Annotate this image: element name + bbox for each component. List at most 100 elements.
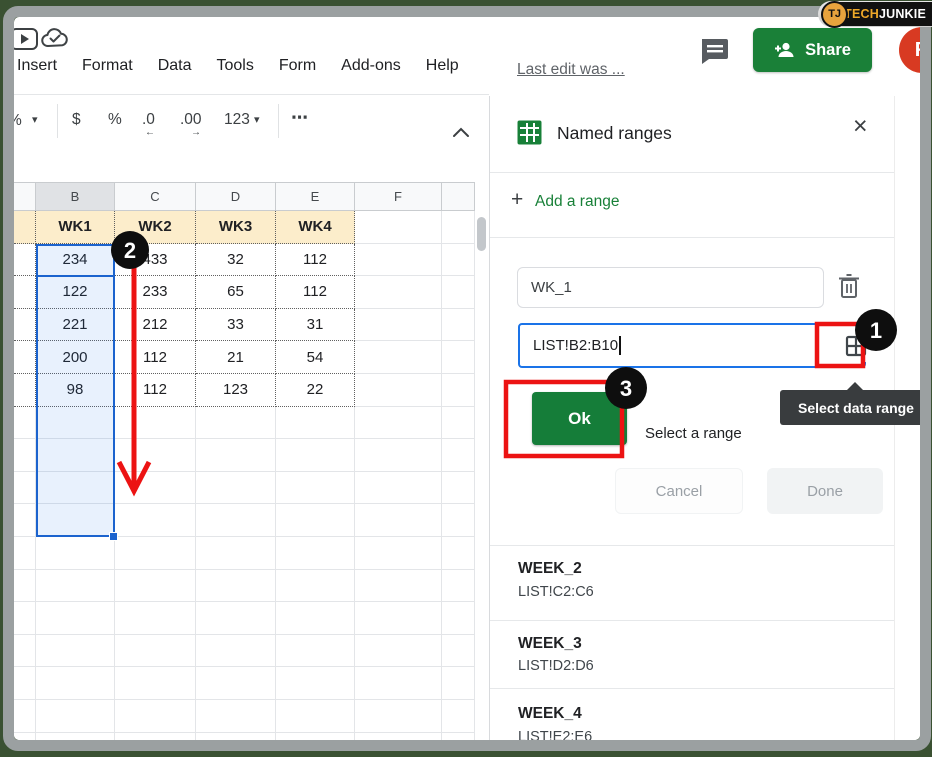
- cell[interactable]: [442, 700, 475, 733]
- cell[interactable]: [355, 570, 442, 603]
- cell[interactable]: 32: [196, 244, 276, 277]
- cell[interactable]: 21: [196, 341, 276, 374]
- cell[interactable]: [115, 667, 196, 700]
- cell[interactable]: [355, 374, 442, 407]
- cell[interactable]: [196, 700, 276, 733]
- cell[interactable]: 65: [196, 276, 276, 309]
- cell[interactable]: [14, 439, 36, 472]
- sheet-scrollbar-thumb[interactable]: [477, 217, 486, 251]
- header-cell[interactable]: WK3: [196, 211, 276, 244]
- cell[interactable]: [14, 341, 36, 374]
- add-a-range-button[interactable]: Add a range: [535, 193, 619, 211]
- cell[interactable]: [442, 374, 475, 407]
- menu-data[interactable]: Data: [158, 57, 192, 75]
- cell[interactable]: [355, 667, 442, 700]
- cell[interactable]: [355, 341, 442, 374]
- cell[interactable]: [355, 472, 442, 505]
- cell[interactable]: [115, 635, 196, 668]
- avatar[interactable]: R: [899, 27, 920, 73]
- cell[interactable]: [442, 635, 475, 668]
- cell[interactable]: [196, 537, 276, 570]
- cell[interactable]: [36, 635, 115, 668]
- cell[interactable]: 112: [276, 244, 355, 277]
- cell[interactable]: [442, 276, 475, 309]
- cell[interactable]: [442, 602, 475, 635]
- range-name-input[interactable]: WK_1: [517, 267, 824, 308]
- format-percent-button[interactable]: %: [108, 111, 122, 129]
- cell[interactable]: [14, 667, 36, 700]
- cell[interactable]: 123: [196, 374, 276, 407]
- cell[interactable]: [14, 602, 36, 635]
- format-currency-button[interactable]: $: [72, 111, 81, 129]
- cell[interactable]: 433: [115, 244, 196, 277]
- named-range-entry-name[interactable]: WEEK_4: [518, 705, 582, 723]
- cell[interactable]: [115, 733, 196, 741]
- cell[interactable]: 112: [115, 341, 196, 374]
- cell[interactable]: [442, 504, 475, 537]
- cell[interactable]: [442, 309, 475, 342]
- cell[interactable]: [36, 700, 115, 733]
- cell[interactable]: [115, 537, 196, 570]
- select-data-range-button[interactable]: [838, 329, 873, 362]
- cell[interactable]: [276, 407, 355, 440]
- cell[interactable]: [355, 537, 442, 570]
- column-header-C[interactable]: C: [115, 183, 196, 210]
- cell[interactable]: 22: [276, 374, 355, 407]
- cell[interactable]: [355, 309, 442, 342]
- header-cell[interactable]: WK4: [276, 211, 355, 244]
- named-range-entry-name[interactable]: WEEK_3: [518, 635, 582, 653]
- cell[interactable]: 31: [276, 309, 355, 342]
- cell[interactable]: [355, 700, 442, 733]
- column-header-D[interactable]: D: [196, 183, 276, 210]
- cell[interactable]: 212: [115, 309, 196, 342]
- header-cell[interactable]: WK2: [115, 211, 196, 244]
- cell[interactable]: [276, 602, 355, 635]
- cell[interactable]: 233: [115, 276, 196, 309]
- cell[interactable]: [115, 472, 196, 505]
- cell[interactable]: [355, 439, 442, 472]
- share-button[interactable]: Share: [753, 28, 872, 72]
- cell[interactable]: [196, 407, 276, 440]
- cell[interactable]: [14, 374, 36, 407]
- cell[interactable]: [115, 700, 196, 733]
- cell[interactable]: [276, 700, 355, 733]
- cell[interactable]: [196, 439, 276, 472]
- column-header-E[interactable]: E: [276, 183, 355, 210]
- cell[interactable]: [115, 407, 196, 440]
- more-toolbar-button[interactable]: ⋯: [291, 108, 308, 128]
- zoom-dropdown-arrow-icon[interactable]: ▾: [32, 113, 38, 126]
- cell[interactable]: [355, 602, 442, 635]
- column-header-B[interactable]: B: [36, 183, 115, 210]
- cell[interactable]: [14, 211, 36, 244]
- close-icon[interactable]: ×: [853, 114, 868, 139]
- cell[interactable]: [276, 472, 355, 505]
- cell[interactable]: [355, 733, 442, 741]
- collapse-toolbar-icon[interactable]: [452, 127, 470, 138]
- cell[interactable]: [276, 570, 355, 603]
- cell[interactable]: [36, 667, 115, 700]
- cell[interactable]: [442, 667, 475, 700]
- cell[interactable]: [115, 504, 196, 537]
- zoom-partial[interactable]: %: [14, 112, 22, 130]
- cell[interactable]: [442, 211, 475, 244]
- cell[interactable]: [442, 244, 475, 277]
- cell[interactable]: [196, 667, 276, 700]
- cell[interactable]: [442, 733, 475, 741]
- menu-help[interactable]: Help: [426, 57, 459, 75]
- cell[interactable]: [196, 635, 276, 668]
- cell[interactable]: [442, 472, 475, 505]
- menu-form[interactable]: Form: [279, 57, 316, 75]
- ok-button[interactable]: Ok: [532, 392, 627, 445]
- cancel-button[interactable]: Cancel: [615, 468, 743, 514]
- menu-insert[interactable]: Insert: [17, 57, 57, 75]
- cell[interactable]: [442, 537, 475, 570]
- cell[interactable]: [196, 733, 276, 741]
- cell[interactable]: [14, 570, 36, 603]
- more-formats-button[interactable]: 123: [224, 111, 250, 129]
- menu-tools[interactable]: Tools: [216, 57, 253, 75]
- range-address-input[interactable]: LIST!B2:B10: [518, 323, 866, 368]
- cell[interactable]: [442, 439, 475, 472]
- cell[interactable]: [355, 244, 442, 277]
- cell[interactable]: [276, 733, 355, 741]
- done-button[interactable]: Done: [767, 468, 883, 514]
